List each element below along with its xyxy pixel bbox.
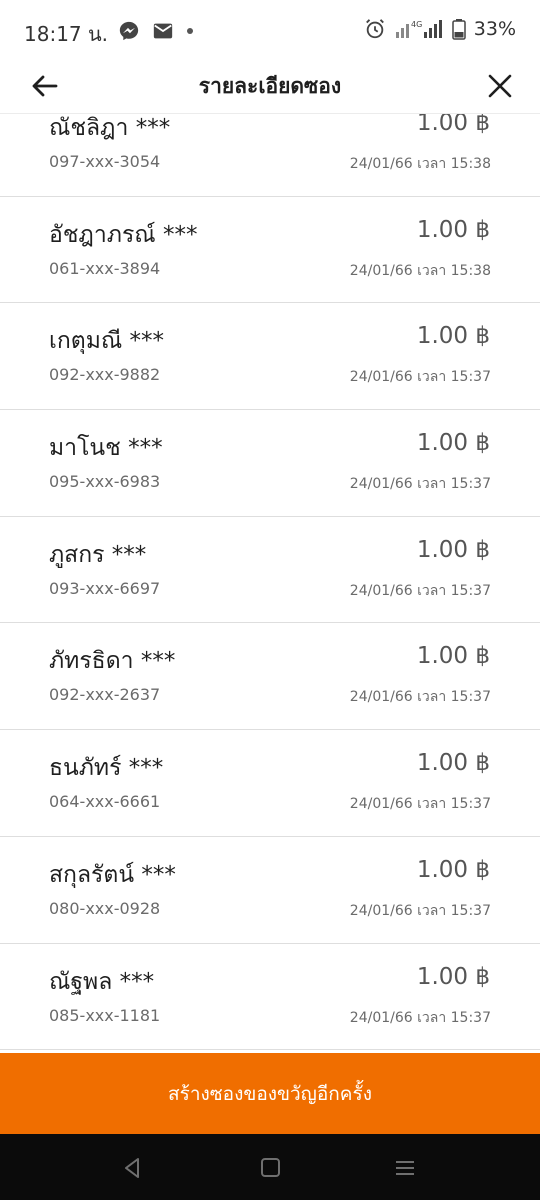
transaction-row: ณัฐพล *** 085-xxx-1181 1.00 ฿ 24/01/66 เวลา… [0, 943, 540, 1050]
system-nav-bar [0, 1134, 540, 1200]
transaction-amount: 1.00 ฿ [416, 536, 490, 563]
recipient-phone: 080-xxx-0928 [49, 898, 161, 918]
transaction-time: 24/01/66 เวลา 15:38 [349, 156, 491, 172]
transaction-amount: 1.00 ฿ [416, 750, 490, 777]
close-button[interactable] [482, 68, 518, 104]
alarm-icon [365, 19, 384, 39]
recipient-phone: 064-xxx-6661 [49, 792, 161, 812]
signal-icon: 4G [395, 20, 442, 38]
recipient-name: ณัชลิฎา *** [49, 115, 171, 141]
status-bar: 18:17 น. 4G 33% [0, 0, 540, 62]
transaction-amount: 1.00 ฿ [416, 323, 490, 350]
recipient-name: เกตุมณี *** [49, 328, 165, 355]
transaction-time: 24/01/66 เวลา 15:38 [349, 262, 491, 279]
transaction-time: 24/01/66 เวลา 15:37 [349, 1009, 491, 1026]
battery-percentage: 33% [473, 18, 516, 40]
nav-home-button[interactable] [258, 1155, 284, 1181]
recipient-phone: 093-xxx-6697 [49, 578, 161, 598]
transaction-time: 24/01/66 เวลา 15:37 [349, 689, 491, 706]
recipient-phone: 092-xxx-9882 [49, 365, 161, 385]
transaction-row: ภัทรธิดา *** 092-xxx-2637 1.00 ฿ 24/01/66 เ… [0, 623, 540, 731]
recipient-phone: 061-xxx-3894 [49, 258, 161, 278]
transaction-row: มาโนช *** 095-xxx-6983 1.00 ฿ 24/01/66 เวลา… [0, 410, 540, 517]
transaction-amount: 1.00 ฿ [416, 963, 490, 990]
transaction-time: 24/01/66 เวลา 15:37 [349, 902, 491, 919]
recipient-name: ภูสกร *** [49, 541, 147, 568]
close-icon [488, 74, 512, 98]
recipient-list[interactable]: ณัชลิฎา *** 097-xxx-3054 1.00 ฿ 24/01/66 เว… [0, 90, 540, 1050]
recipient-name: สกุลรัตน์ *** [49, 861, 176, 888]
nav-recents-icon [396, 1161, 414, 1175]
transaction-time: 24/01/66 เวลา 15:37 [349, 369, 491, 386]
recipient-phone: 085-xxx-1181 [49, 1005, 161, 1025]
recipient-phone: 097-xxx-3054 [49, 152, 161, 171]
transaction-row: อัชฎาภรณ์ *** 061-xxx-3894 1.00 ฿ 24/01/66 … [0, 196, 540, 304]
status-system-icons: 4G 33% [364, 18, 516, 40]
status-time: 18:17 น. [24, 22, 109, 46]
transaction-time: 24/01/66 เวลา 15:37 [349, 476, 491, 493]
nav-back-icon [125, 1158, 139, 1178]
transaction-amount: 1.00 ฿ [416, 430, 490, 457]
recipient-name: อัชฎาภรณ์ *** [49, 221, 198, 248]
page-title: รายละเอียดซอง [198, 74, 342, 98]
messenger-icon [119, 21, 139, 41]
status-notifications [118, 20, 194, 42]
recipient-phone: 095-xxx-6983 [49, 472, 161, 492]
create-gift-envelope-again-button[interactable]: สร้างซองของขวัญอีกครั้ง [0, 1053, 540, 1134]
recipient-name: มาโนช *** [49, 435, 163, 462]
app-header: รายละเอียดซอง [0, 62, 540, 114]
recipient-phone: 092-xxx-2637 [49, 685, 161, 705]
transaction-row: สกุลรัตน์ *** 080-xxx-0928 1.00 ฿ 24/01/66 … [0, 836, 540, 944]
mail-icon [153, 23, 173, 39]
transaction-row: ธนภัทร์ *** 064-xxx-6661 1.00 ฿ 24/01/66 เว… [0, 730, 540, 837]
battery-icon [452, 19, 466, 40]
transaction-time: 24/01/66 เวลา 15:37 [349, 796, 491, 813]
transaction-amount: 1.00 ฿ [416, 216, 490, 243]
recipient-name: ภัทรธิดา *** [49, 648, 176, 675]
notification-dot-icon [187, 28, 193, 34]
nav-recents-button[interactable] [392, 1155, 418, 1181]
nav-back-button[interactable] [120, 1155, 146, 1181]
recipient-list-inner: ณัชลิฎา *** 097-xxx-3054 1.00 ฿ 24/01/66 เว… [0, 90, 540, 1050]
transaction-time: 24/01/66 เวลา 15:37 [349, 582, 491, 599]
transaction-row: เกตุมณี *** 092-xxx-9882 1.00 ฿ 24/01/66 เว… [0, 303, 540, 411]
nav-home-icon [261, 1158, 280, 1177]
recipient-name: ณัฐพล *** [49, 968, 155, 995]
transaction-amount: 1.00 ฿ [416, 856, 490, 883]
network-type-label: 4G [411, 20, 422, 29]
transaction-amount: 1.00 ฿ [416, 643, 490, 670]
recipient-name: ธนภัทร์ *** [49, 755, 164, 782]
transaction-row: ภูสกร *** 093-xxx-6697 1.00 ฿ 24/01/66 เวลา… [0, 516, 540, 624]
